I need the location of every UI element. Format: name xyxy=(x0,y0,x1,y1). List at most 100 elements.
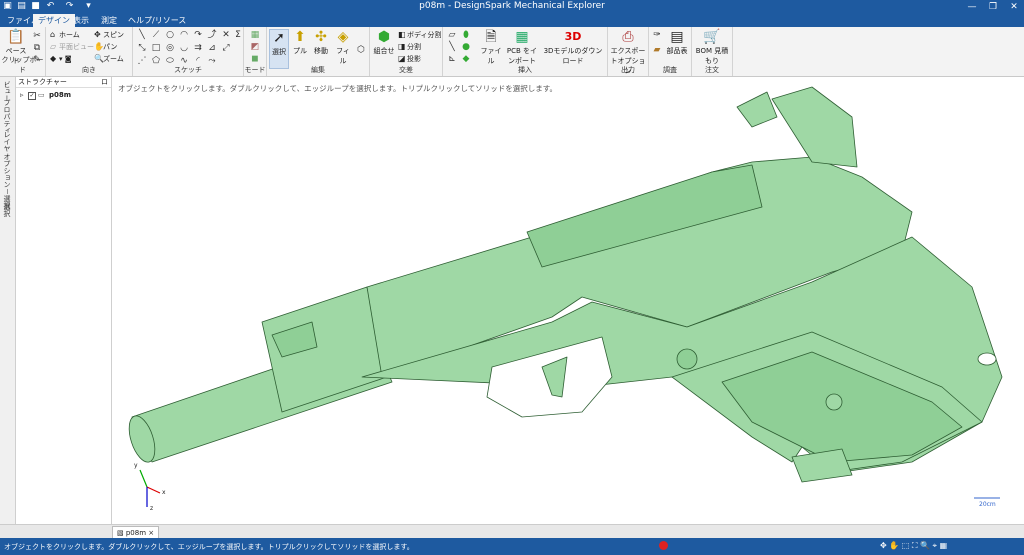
3d-icon: 3D xyxy=(564,30,582,43)
view-icon[interactable]: ⛶ xyxy=(912,541,918,550)
tab-measure[interactable]: 測定 xyxy=(96,14,122,27)
select-button[interactable]: ➚ 選択 xyxy=(269,29,289,69)
ribbon-tabs: ファイル デザイン 表示 測定 ヘルプ/リソース xyxy=(0,14,1024,27)
tab-help[interactable]: ヘルプ/リソース xyxy=(123,14,191,27)
group-clipboard: 📋 ペースト ✂ ⧉ ✎ クリップボード xyxy=(0,27,46,76)
zoom-button[interactable]: 🔍ズーム xyxy=(94,54,124,64)
minimize-button[interactable]: — xyxy=(962,0,982,14)
tab-options-select[interactable]: オプション－選択 xyxy=(2,153,12,209)
pan-tool-icon[interactable]: ✋ xyxy=(889,541,899,550)
split-button[interactable]: ◨分割 xyxy=(398,42,421,52)
group-label-insert: 挿入 xyxy=(518,66,532,74)
insert-file-button[interactable]: 🗎 ファイル xyxy=(479,29,503,66)
spin-icon: ✥ xyxy=(94,30,101,39)
close-button[interactable]: ✕ xyxy=(1004,0,1024,14)
spin-button[interactable]: ✥ スピン xyxy=(94,30,124,40)
pin-icon[interactable]: ロ xyxy=(101,77,108,87)
pan-button[interactable]: ✋パン xyxy=(94,42,117,52)
camera-icon: ◙ xyxy=(64,55,72,63)
tree-item-label: p08m xyxy=(49,91,72,99)
sketch-mode-icon[interactable]: ▦ xyxy=(250,30,260,40)
measure-icon[interactable]: ✑ xyxy=(652,30,662,40)
expand-icon[interactable]: ▹ xyxy=(20,91,24,99)
arc-icon[interactable]: ◠ xyxy=(179,30,189,40)
visibility-checkbox[interactable]: ✓ xyxy=(28,92,36,100)
pcb-import-button[interactable]: ▦ PCB をインポート xyxy=(505,29,539,66)
circle-3pt-icon[interactable]: ◎ xyxy=(165,43,175,53)
group-order: 🛒 BOM 見積もり 注文 xyxy=(692,27,733,76)
mass-icon[interactable]: ▰ xyxy=(652,45,662,55)
tab-selection[interactable]: 選択 xyxy=(2,203,12,217)
tangent-line-icon[interactable]: ⟋ xyxy=(151,30,161,40)
project-icon: ◪ xyxy=(398,54,406,63)
trim-icon[interactable]: ⤴ xyxy=(207,30,217,40)
design-viewport[interactable]: オブジェクトをクリックします。ダブルクリックして、エッジループを選択します。トリ… xyxy=(112,77,1024,524)
cursor-icon: ➚ xyxy=(273,30,285,46)
shell-icon[interactable]: ◆ xyxy=(461,54,471,64)
tree-item-root[interactable]: ▹ ✓ ▭ p08m xyxy=(16,91,111,103)
model-canvas[interactable] xyxy=(112,77,1024,524)
sphere-icon[interactable]: ● xyxy=(461,42,471,52)
section-mode-icon[interactable]: ◩ xyxy=(250,42,260,52)
split-body-icon: ◧ xyxy=(398,30,406,39)
fillet-icon[interactable]: ↷ xyxy=(193,30,203,40)
restore-button[interactable]: ❐ xyxy=(983,0,1003,14)
combine-button[interactable]: ⬢ 組合せ xyxy=(372,29,396,56)
zoom-extent-icon[interactable]: ⌖ xyxy=(933,541,938,550)
group-insert: ▱ ⬮ ╲ ● ⊾ ◆ 🗎 ファイル ▦ PCB をインポート 3D 3Dモデル… xyxy=(443,27,608,76)
combine-icon: ⬢ xyxy=(377,29,391,45)
fill-button[interactable]: ◈ フィル xyxy=(334,29,352,66)
structure-panel: ストラクチャー ロ ▹ ✓ ▭ p08m xyxy=(16,77,112,524)
sum-icon[interactable]: Σ xyxy=(233,30,243,40)
window-title: p08m - DesignSpark Mechanical Explorer xyxy=(419,1,605,11)
tab-properties[interactable]: プロパティ xyxy=(2,99,12,134)
polyline-icon[interactable]: ⤡ xyxy=(137,43,147,53)
cylinder-icon[interactable]: ⬮ xyxy=(461,30,471,40)
arc-3pt-icon[interactable]: ◡ xyxy=(179,43,189,53)
plane-icon: ▱ xyxy=(50,42,57,51)
takedown-button xyxy=(676,348,698,370)
close-doc-icon[interactable]: × xyxy=(148,529,154,537)
circle-icon[interactable]: ○ xyxy=(165,30,175,40)
pull-button[interactable]: ⬆ プル xyxy=(291,29,309,56)
extend-icon[interactable]: ⤢ xyxy=(221,43,231,53)
plane-view-button[interactable]: ▱ 平面ビュー xyxy=(50,42,94,52)
home-button[interactable]: ⌂ ホーム xyxy=(50,30,80,40)
title-bar: ▣ ▤ ■ ↶ ↷ ▾ p08m - DesignSpark Mechanica… xyxy=(0,0,1024,14)
zoom-icon: 🔍 xyxy=(94,54,104,63)
select-tool-icon[interactable]: ⬚ xyxy=(902,541,910,550)
offset-icon[interactable]: ⇉ xyxy=(193,43,203,53)
origin-icon[interactable]: ⊾ xyxy=(447,54,457,64)
component-icon: ▭ xyxy=(38,91,45,99)
error-indicator-icon[interactable] xyxy=(659,541,668,550)
plane-insert-icon[interactable]: ▱ xyxy=(447,30,457,40)
project-button[interactable]: ◪投影 xyxy=(398,54,421,64)
rectangle-icon[interactable]: □ xyxy=(151,43,161,53)
zoom-tool-icon[interactable]: 🔍 xyxy=(920,541,930,550)
view-cube-button[interactable]: ◆ ▾ ◙ xyxy=(50,54,72,63)
left-tab-strip: ビュー プロパティ レイヤ オプション－選択 選択 xyxy=(0,77,16,524)
cart-icon: 🛒 xyxy=(703,29,721,45)
bom-quote-button[interactable]: 🛒 BOM 見積もり xyxy=(693,29,731,66)
spin-tool-icon[interactable]: ✥ xyxy=(880,541,887,550)
group-label-intersect: 交差 xyxy=(399,66,413,74)
delete-icon[interactable]: ✕ xyxy=(221,30,231,40)
axis-x-label: x xyxy=(162,489,166,496)
mirror-icon[interactable]: ⊿ xyxy=(207,43,217,53)
parts-list-button[interactable]: ▤ 部品表 xyxy=(665,29,689,56)
line-icon[interactable]: ╲ xyxy=(137,30,147,40)
move-button[interactable]: ✣ 移動 xyxy=(312,29,330,56)
paste-icon: 📋 xyxy=(7,29,25,45)
lanyard-ring xyxy=(977,352,997,366)
cut-icon[interactable]: ✂ xyxy=(32,31,42,41)
split-body-button[interactable]: ◧ボディ分割 xyxy=(398,30,442,40)
axis-icon[interactable]: ╲ xyxy=(447,42,457,52)
doc-icon: ▧ xyxy=(117,529,124,537)
tab-view[interactable]: 表示 xyxy=(68,14,94,27)
blend-icon[interactable]: ⬡ xyxy=(356,45,366,55)
display-icon[interactable]: ▦ xyxy=(940,541,948,550)
3d-mode-icon[interactable]: ◼ xyxy=(250,54,260,64)
tab-layers[interactable]: レイヤ xyxy=(2,131,12,152)
copy-icon[interactable]: ⧉ xyxy=(32,43,42,53)
download-3d-button[interactable]: 3D 3Dモデルのダウンロード xyxy=(541,29,605,66)
